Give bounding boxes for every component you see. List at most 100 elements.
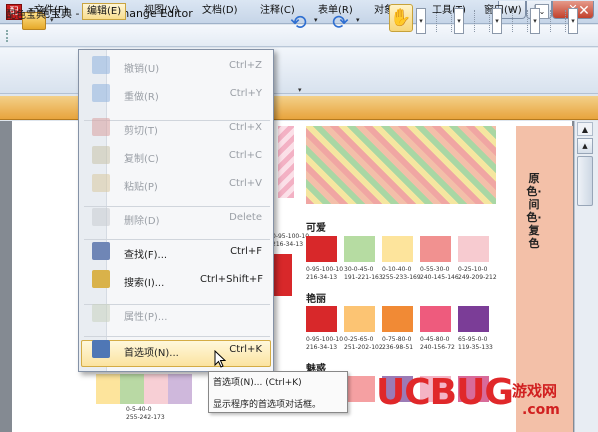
watermark-domain: .com [522,402,560,418]
menu-separator [84,336,270,337]
menu-item-label: 重做(R) [124,92,159,103]
toolbar-slot[interactable] [512,10,528,32]
scroll-up-button[interactable]: ▲ [577,138,593,154]
swatch-cmyk: 30-0-45-0 [344,266,374,273]
tool-dropdown[interactable]: ▾ [492,8,502,34]
color-swatch [120,374,144,404]
menu-item-label: 复制(C) [124,154,159,165]
menu-item-shortcut: Ctrl+C [228,150,262,161]
color-swatch [344,376,375,402]
swatch-cmyk: 0-95-100-10 [306,336,344,343]
mouse-cursor-icon [214,350,226,368]
tooltip-description: 显示程序的首选项对话框。 [213,400,322,410]
menu-item-shortcut: Ctrl+X [228,122,262,133]
delete-icon [92,208,110,226]
menu-view[interactable]: 视图(V) [140,3,183,20]
swatch-rgb: 255-233-169 [382,274,421,281]
color-swatch [382,306,413,332]
preferences-icon [92,340,110,358]
menu-item-label: 属性(P)... [124,312,168,323]
swatch-cmyk: 0-25-65-0 [344,336,374,343]
color-swatch [420,306,451,332]
search-icon [92,270,110,288]
color-swatch [382,236,413,262]
redo-dropdown-arrow[interactable]: ▾ [356,16,360,24]
toolbar-slot[interactable] [474,10,490,32]
undo-icon [92,56,110,74]
toolbar-overflow-arrow[interactable]: ▾ [298,86,302,94]
menubar-grip[interactable] [6,30,10,42]
pattern-swatch [278,126,294,198]
menu-edit[interactable]: 编辑(E) [82,3,127,20]
cut-icon [92,118,110,136]
swatch-cmyk: 0-95-100-10 [272,233,310,240]
undo-icon[interactable]: ⟲ [290,10,307,34]
tool-dropdown[interactable]: ▾ [530,8,540,34]
undo-dropdown-arrow[interactable]: ▾ [314,16,318,24]
section-title: 可爱 [306,223,326,234]
menu-item-label: 粘贴(P) [124,182,158,193]
menu-item-shortcut: Delete [229,212,262,223]
menu-item-label: 查找(F)... [124,250,168,261]
section-title: 艳丽 [306,294,326,305]
swatch-cmyk: 0-10-40-0 [382,266,412,273]
scroll-thumb[interactable] [577,156,593,206]
menu-item-9[interactable] [82,302,272,326]
color-swatch [96,374,120,404]
scroll-top-button[interactable]: ▲ [577,122,593,136]
swatch-cmyk: 65-95-0-0 [458,336,488,343]
color-swatch [306,236,337,262]
swatch-rgb: 216-34-13 [306,344,338,351]
menu-item-label: 删除(D) [124,216,160,227]
swatch-cmyk: 0-55-30-0 [420,266,450,273]
hand-dropdown[interactable]: ▾ [416,8,426,34]
watermark-game-text: 游戏网 [512,382,558,400]
watermark-brand: UCBUG [376,372,514,413]
tab-document[interactable]: 配色宝典 [6,6,46,21]
redo-icon [92,84,110,102]
toolbar-slot[interactable] [436,10,452,32]
watermark-logo: UCBUG [376,372,514,413]
swatch-rgb: 251-202-102 [344,344,383,351]
swatch-rgb: 240-145-146 [420,274,459,281]
swatch-cmyk: 0-75-80-0 [382,336,412,343]
color-swatch [344,236,375,262]
vertical-page-title: 原色·间色·复色 [526,172,542,250]
swatch-rgb: 236-98-51 [382,344,414,351]
swatch-cmyk: 0-95-100-10 [306,266,344,273]
properties-icon [92,304,110,322]
menu-item-shortcut: Ctrl+V [228,178,262,189]
copy-icon [92,146,110,164]
toolbar-slot[interactable] [550,10,566,32]
swatch-rgb: 191-221-163 [344,274,383,281]
redo-icon[interactable]: ⟳ [332,10,349,34]
menu-item-shortcut: Ctrl+F [230,246,262,257]
menu-item-shortcut: Ctrl+Shift+F [200,274,264,285]
color-swatch [144,374,168,404]
swatch-rgb: 119-35-133 [458,344,493,351]
swatch-cmyk: 0-25-10-0 [458,266,488,273]
menu-item-label: 撤销(U) [124,64,160,75]
color-swatch [306,306,337,332]
color-swatch [272,254,292,296]
menu-item-label: 首选项(N)... [124,348,179,359]
swatch-rgb: 255-242-173 [126,414,165,421]
color-swatch [344,306,375,332]
paste-icon [92,174,110,192]
menu-item-label: 搜索(I)... [124,278,165,289]
close-icon[interactable]: ✕ [574,2,594,20]
tooltip-title: 首选项(N)... (Ctrl+K) [213,378,302,388]
menu-item-label: 剪切(T) [124,126,158,137]
find-icon [92,242,110,260]
color-swatch [420,236,451,262]
weave-pattern-image [306,126,496,204]
menu-document[interactable]: 文档(D) [198,3,242,20]
swatch-rgb: 216-34-13 [306,274,338,281]
tool-dropdown[interactable]: ▾ [454,8,464,34]
swatch-rgb: 240-156-72 [420,344,455,351]
hand-tool-icon[interactable]: ✋ [389,4,413,32]
open-dropdown-arrow[interactable]: ▾ [50,16,54,24]
menu-item-shortcut: Ctrl+Z [228,60,262,71]
color-swatch [458,236,489,262]
swatch-cmyk: 0-5-40-0 [126,406,152,413]
